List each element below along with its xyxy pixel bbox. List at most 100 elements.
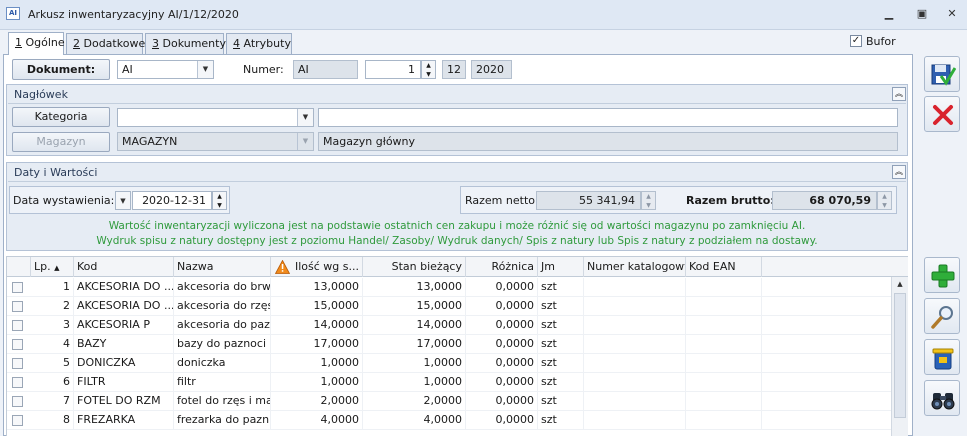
tab-key: 2 [73,37,80,50]
row-checkbox[interactable] [12,320,23,331]
cell-nazwa: filtr [174,373,271,392]
cell-roznica: 0,0000 [466,411,538,430]
save-icon [931,64,956,86]
bufor-label: Bufor [866,35,896,48]
row-checkbox[interactable] [12,415,23,426]
cell-nazwa: akcesoria do brw... [174,278,271,297]
table-row[interactable]: 3 AKCESORIA Pakcesoria do paz... 14,0000 14… [7,316,891,335]
collapse-daty-icon[interactable]: ︽ [892,165,906,179]
brutto-stepper: ▲ ▼ [877,191,892,210]
col-jm-label: Jm [541,260,555,273]
col-ilosc[interactable]: Ilość wg s... [271,257,363,277]
chevron-down-icon[interactable]: ▼ [297,109,313,126]
cell-kod: AKCESORIA DO ... [74,297,174,316]
table-row[interactable]: 5 DONICZKA doniczka 1,0000 1,0000 0,0000 szt [7,354,891,373]
select-all-header[interactable] [7,257,31,277]
close-icon[interactable]: ✕ [943,6,961,22]
cell-stan: 2,0000 [363,392,466,411]
search-button[interactable] [924,380,960,416]
cell-ean [686,392,762,411]
cell-kod: FILTR [74,373,174,392]
cell-lp: 7 [31,392,74,411]
title-bar: AI Arkusz inwentaryzacyjny AI/1/12/2020 … [0,0,967,30]
col-ean-label: Kod EAN [689,260,736,273]
cell-roznica: 0,0000 [466,335,538,354]
cancel-button[interactable] [924,96,960,132]
minimize-icon[interactable]: ▁ [880,6,898,22]
tab-ogolne[interactable]: 1 Ogólne [8,32,65,55]
scroll-thumb[interactable] [894,293,906,418]
cell-katalog [584,278,686,297]
info-line-2: Wydruk spisu z natury dostępny jest z po… [96,235,818,247]
table-row[interactable]: 4 BAZY bazy do paznoci 17,0000 17,0000 0,0000… [7,335,891,354]
chevron-down-icon[interactable]: ▼ [197,61,213,78]
edit-button[interactable] [924,298,960,334]
col-katalog[interactable]: Numer katalogowy [584,257,686,277]
table-row[interactable]: 7FOTEL DO RZMfotel do rzęs i ma...2,0000… [7,392,891,411]
date-stepper[interactable]: ▲ ▼ [212,191,227,210]
calendar-dropdown-icon[interactable]: ▼ [115,191,131,210]
col-stan[interactable]: Stan bieżący [363,257,466,277]
month-value: 12 [447,63,461,76]
bufor-checkbox[interactable]: ✓ [850,35,862,47]
row-checkbox[interactable] [12,377,23,388]
collapse-naglowek-icon[interactable]: ︽ [892,87,906,101]
row-checkbox[interactable] [12,282,23,293]
cell-roznica: 0,0000 [466,373,538,392]
numer-input[interactable]: 1 [365,60,421,79]
cell-stan: 13,0000 [363,278,466,297]
dokument-button[interactable]: Dokument: [12,59,110,80]
tab-key: 3 [152,37,159,50]
table-row[interactable]: 2 AKCESORIA DO ... akcesoria do rzęs 15,000… [7,297,891,316]
razem-netto-label: Razem netto: [465,194,539,207]
tab-dodatkowe[interactable]: 2 Dodatkowe [66,33,145,54]
data-wystawienia-label: Data wystawienia: [13,194,115,207]
tab-dokumenty[interactable]: 3 Dokumenty [145,33,226,54]
cell-ean [686,278,762,297]
table-row[interactable]: 8 FREZARKA frezarka do pazn... 4,0000 4,0000… [7,411,891,430]
cell-roznica: 0,0000 [466,297,538,316]
cell-katalog [584,411,686,430]
table-row[interactable]: 6 FILTR filtr 1,0000 1,0000 0,0000 szt [7,373,891,392]
month-field: 12 [442,60,466,79]
cell-kod: FOTEL DO RZM [74,392,174,411]
col-nazwa[interactable]: Nazwa [174,257,271,277]
table-row[interactable]: 1 AKCESORIA DO ... akcesoria do brw... 13,0… [7,278,891,297]
cell-ilosc: 1,0000 [271,354,363,373]
cell-stan: 1,0000 [363,354,466,373]
row-checkbox[interactable] [12,301,23,312]
col-lp-label: Lp. [34,260,51,273]
cell-ilosc: 15,0000 [271,297,363,316]
numer-stepper[interactable]: ▲ ▼ [421,60,436,79]
col-lp[interactable]: Lp. ▲ [31,257,74,277]
save-button[interactable] [924,56,960,92]
cell-ilosc: 4,0000 [271,411,363,430]
row-checkbox[interactable] [12,339,23,350]
col-jm[interactable]: Jm [538,257,584,277]
cell-ean [686,297,762,316]
col-kod[interactable]: Kod [74,257,174,277]
row-checkbox[interactable] [12,396,23,407]
restore-icon[interactable]: ▣ [913,6,931,22]
col-roznica[interactable]: Różnica [466,257,538,277]
vertical-scrollbar[interactable]: ▲ [891,277,908,436]
kategoria-button[interactable]: Kategoria [12,107,110,127]
warning-icon [275,260,290,274]
col-ean[interactable]: Kod EAN [686,257,762,277]
tab-atrybuty[interactable]: 4 Atrybuty [226,33,292,54]
netto-stepper: ▲ ▼ [641,191,656,210]
kategoria-select[interactable] [117,108,314,127]
cell-ilosc: 17,0000 [271,335,363,354]
edit-icon [931,306,953,329]
scroll-up-icon[interactable]: ▲ [892,277,908,291]
cell-katalog [584,316,686,335]
document-type-value: AI [122,63,133,76]
tab-label: Dokumenty [159,37,226,50]
data-wystawienia-input[interactable]: 2020-12-31 [132,191,212,210]
add-button[interactable] [924,257,960,293]
delete-button[interactable] [924,339,960,375]
row-checkbox[interactable] [12,358,23,369]
cell-stan: 1,0000 [363,373,466,392]
app-icon: AI [6,7,20,20]
kategoria-desc-field[interactable] [318,108,898,127]
